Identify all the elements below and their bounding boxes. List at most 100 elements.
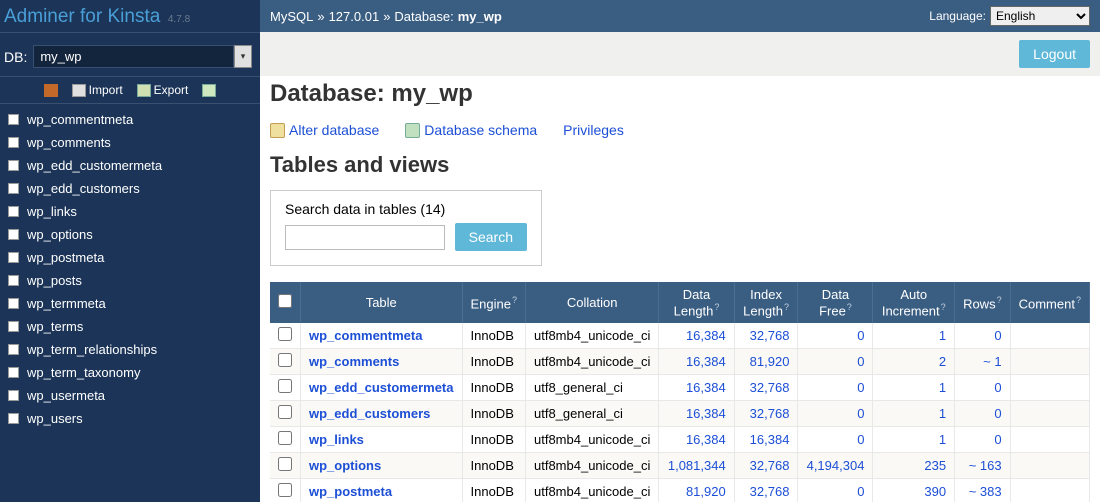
- table-link[interactable]: wp_options: [27, 227, 93, 242]
- column-header[interactable]: Comment?: [1010, 282, 1089, 323]
- data-free-cell[interactable]: 0: [798, 349, 873, 375]
- row-checkbox[interactable]: [278, 457, 292, 471]
- table-checkbox[interactable]: [8, 298, 19, 309]
- table-name-link[interactable]: wp_options: [309, 458, 381, 473]
- auto-increment-cell[interactable]: 1: [873, 401, 955, 427]
- table-link[interactable]: wp_edd_customers: [27, 181, 140, 196]
- column-header[interactable]: Auto Increment?: [873, 282, 955, 323]
- database-schema-link[interactable]: Database schema: [405, 122, 537, 138]
- data-length-cell[interactable]: 16,384: [659, 323, 734, 349]
- data-length-cell[interactable]: 16,384: [659, 427, 734, 453]
- sidebar-table-item[interactable]: wp_comments: [0, 131, 260, 154]
- column-header[interactable]: Engine?: [462, 282, 526, 323]
- sidebar-table-item[interactable]: wp_edd_customermeta: [0, 154, 260, 177]
- table-checkbox[interactable]: [8, 275, 19, 286]
- table-name-link[interactable]: wp_edd_customers: [309, 406, 430, 421]
- sql-action[interactable]: [44, 83, 58, 97]
- index-length-cell[interactable]: 16,384: [734, 427, 798, 453]
- auto-increment-cell[interactable]: 1: [873, 375, 955, 401]
- index-length-cell[interactable]: 32,768: [734, 323, 798, 349]
- data-free-cell[interactable]: 0: [798, 401, 873, 427]
- table-link[interactable]: wp_postmeta: [27, 250, 104, 265]
- index-length-cell[interactable]: 32,768: [734, 401, 798, 427]
- table-name-link[interactable]: wp_postmeta: [309, 484, 392, 499]
- rows-cell[interactable]: 0: [955, 323, 1011, 349]
- auto-increment-cell[interactable]: 1: [873, 427, 955, 453]
- privileges-link[interactable]: Privileges: [563, 122, 624, 138]
- index-length-cell[interactable]: 81,920: [734, 349, 798, 375]
- row-checkbox[interactable]: [278, 353, 292, 367]
- help-icon[interactable]: ?: [512, 295, 517, 305]
- data-length-cell[interactable]: 1,081,344: [659, 453, 734, 479]
- rows-cell[interactable]: 0: [955, 401, 1011, 427]
- auto-increment-cell[interactable]: 1: [873, 323, 955, 349]
- help-icon[interactable]: ?: [997, 295, 1002, 305]
- breadcrumb-mysql[interactable]: MySQL: [270, 9, 313, 24]
- rows-cell[interactable]: ~ 163: [955, 453, 1011, 479]
- logout-button[interactable]: Logout: [1019, 40, 1090, 68]
- table-link[interactable]: wp_comments: [27, 135, 111, 150]
- auto-increment-cell[interactable]: 235: [873, 453, 955, 479]
- table-name-link[interactable]: wp_commentmeta: [309, 328, 422, 343]
- data-free-cell[interactable]: 0: [798, 427, 873, 453]
- row-checkbox[interactable]: [278, 327, 292, 341]
- sidebar-table-item[interactable]: wp_usermeta: [0, 384, 260, 407]
- table-checkbox[interactable]: [8, 183, 19, 194]
- index-length-cell[interactable]: 32,768: [734, 453, 798, 479]
- import-action[interactable]: Import: [72, 83, 123, 97]
- select-all-checkbox[interactable]: [278, 294, 292, 308]
- sidebar-table-item[interactable]: wp_posts: [0, 269, 260, 292]
- table-checkbox[interactable]: [8, 413, 19, 424]
- rows-cell[interactable]: ~ 1: [955, 349, 1011, 375]
- db-dropdown-icon[interactable]: ▾: [234, 45, 252, 68]
- help-icon[interactable]: ?: [714, 302, 719, 312]
- help-icon[interactable]: ?: [784, 302, 789, 312]
- rows-cell[interactable]: ~ 383: [955, 479, 1011, 502]
- column-header[interactable]: Rows?: [955, 282, 1011, 323]
- help-icon[interactable]: ?: [847, 302, 852, 312]
- data-free-cell[interactable]: 0: [798, 323, 873, 349]
- data-length-cell[interactable]: 16,384: [659, 401, 734, 427]
- table-checkbox[interactable]: [8, 367, 19, 378]
- table-link[interactable]: wp_term_taxonomy: [27, 365, 140, 380]
- data-free-cell[interactable]: 0: [798, 375, 873, 401]
- column-header[interactable]: Collation: [526, 282, 659, 323]
- sidebar-table-item[interactable]: wp_edd_customers: [0, 177, 260, 200]
- rows-cell[interactable]: 0: [955, 375, 1011, 401]
- table-link[interactable]: wp_commentmeta: [27, 112, 133, 127]
- column-header[interactable]: Table: [301, 282, 463, 323]
- table-checkbox[interactable]: [8, 114, 19, 125]
- auto-increment-cell[interactable]: 390: [873, 479, 955, 502]
- sidebar-table-item[interactable]: wp_options: [0, 223, 260, 246]
- sidebar-table-item[interactable]: wp_term_relationships: [0, 338, 260, 361]
- table-link[interactable]: wp_terms: [27, 319, 83, 334]
- sidebar-table-item[interactable]: wp_term_taxonomy: [0, 361, 260, 384]
- index-length-cell[interactable]: 32,768: [734, 479, 798, 502]
- data-length-cell[interactable]: 16,384: [659, 349, 734, 375]
- table-link[interactable]: wp_term_relationships: [27, 342, 157, 357]
- table-checkbox[interactable]: [8, 137, 19, 148]
- lang-select[interactable]: English: [990, 6, 1090, 26]
- table-checkbox[interactable]: [8, 390, 19, 401]
- help-icon[interactable]: ?: [1076, 295, 1081, 305]
- row-checkbox[interactable]: [278, 431, 292, 445]
- row-checkbox[interactable]: [278, 483, 292, 497]
- table-checkbox[interactable]: [8, 344, 19, 355]
- data-free-cell[interactable]: 4,194,304: [798, 453, 873, 479]
- column-header[interactable]: Data Free?: [798, 282, 873, 323]
- breadcrumb-host[interactable]: 127.0.01: [329, 9, 380, 24]
- data-free-cell[interactable]: 0: [798, 479, 873, 502]
- sidebar-table-item[interactable]: wp_termmeta: [0, 292, 260, 315]
- alter-database-link[interactable]: Alter database: [270, 122, 379, 138]
- table-checkbox[interactable]: [8, 160, 19, 171]
- row-checkbox[interactable]: [278, 405, 292, 419]
- logo-link[interactable]: Adminer for Kinsta: [4, 6, 160, 27]
- auto-increment-cell[interactable]: 2: [873, 349, 955, 375]
- data-length-cell[interactable]: 81,920: [659, 479, 734, 502]
- table-link[interactable]: wp_users: [27, 411, 83, 426]
- table-name-link[interactable]: wp_comments: [309, 354, 399, 369]
- index-length-cell[interactable]: 32,768: [734, 375, 798, 401]
- table-checkbox[interactable]: [8, 206, 19, 217]
- row-checkbox[interactable]: [278, 379, 292, 393]
- data-length-cell[interactable]: 16,384: [659, 375, 734, 401]
